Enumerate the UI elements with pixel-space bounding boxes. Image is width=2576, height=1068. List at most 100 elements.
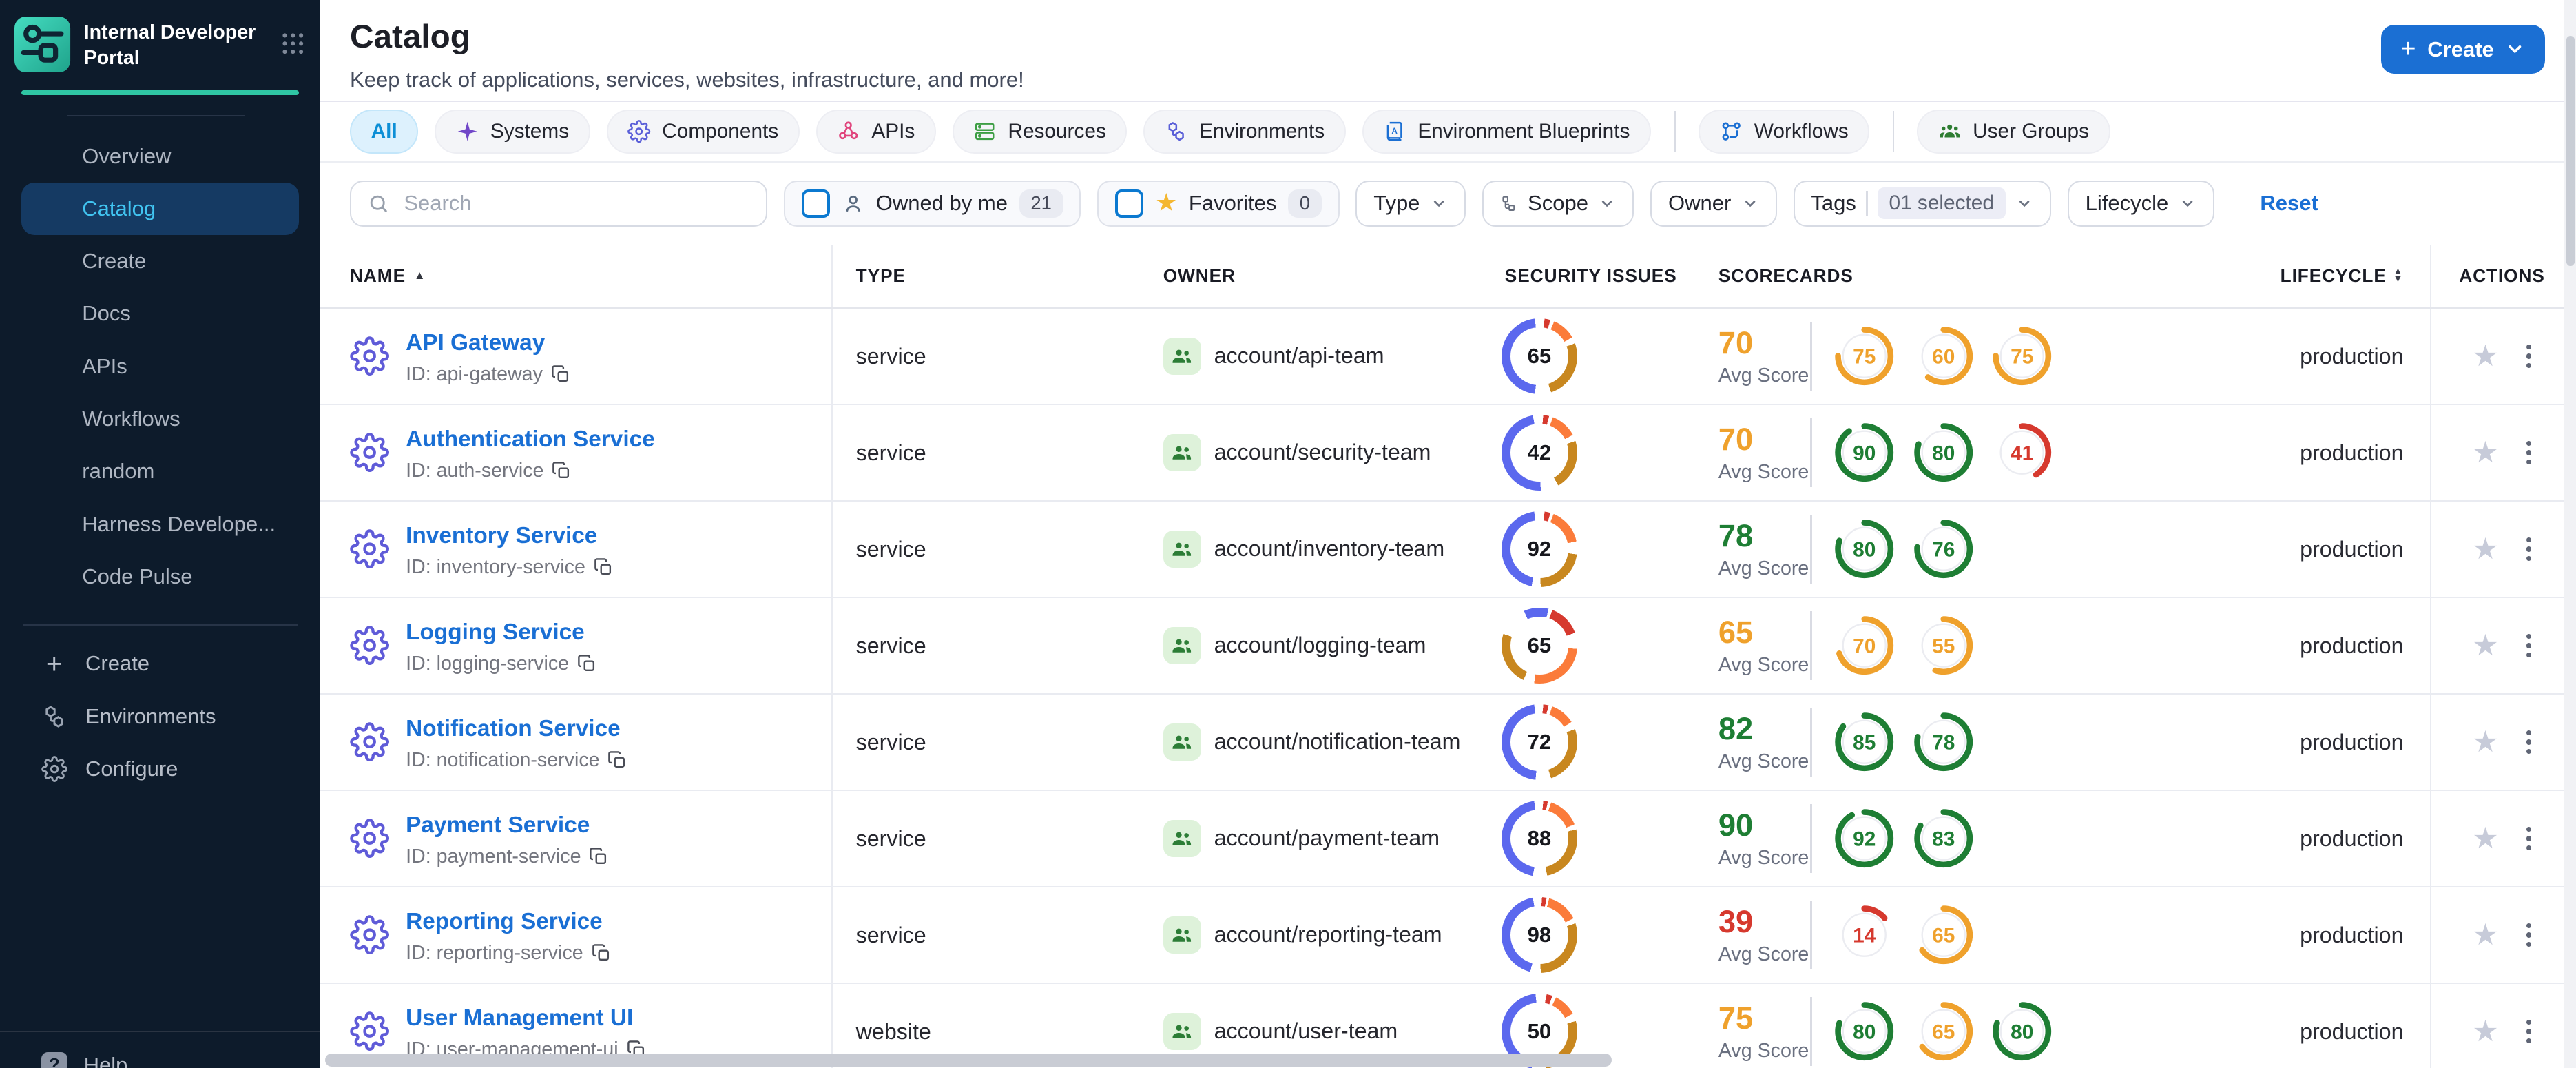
tab-resources[interactable]: Resources — [952, 109, 1128, 154]
entity-id: ID: reporting-service — [406, 942, 583, 965]
tab-components[interactable]: Components — [606, 109, 800, 154]
avg-score-value: 82 — [1718, 711, 1754, 747]
favorite-star-icon[interactable]: ★ — [2472, 630, 2498, 661]
component-gear-icon — [350, 1011, 390, 1051]
scope-dropdown[interactable]: Scope — [1482, 180, 1634, 227]
type-dropdown[interactable]: Type — [1355, 180, 1466, 227]
column-header-lifecycle[interactable]: LIFECYCLE ▲ ▼ — [2281, 245, 2429, 307]
avg-score-value: 70 — [1718, 422, 1754, 458]
scorecard-ring: 65 — [1914, 1002, 1973, 1061]
svg-text:A: A — [1392, 126, 1398, 136]
entity-name-link[interactable]: API Gateway — [406, 330, 545, 356]
entity-name-link[interactable]: Inventory Service — [406, 523, 597, 548]
copy-icon[interactable] — [551, 364, 571, 384]
entity-name-link[interactable]: Payment Service — [406, 812, 590, 838]
sidebar-footer-item-environments[interactable]: Environments — [21, 690, 299, 743]
copy-icon[interactable] — [592, 943, 612, 963]
tab-systems[interactable]: Systems — [435, 109, 590, 154]
tab-environments[interactable]: Environments — [1143, 109, 1346, 154]
avg-score-label: Avg Score — [1718, 653, 1809, 676]
favorite-star-icon[interactable]: ★ — [2472, 920, 2498, 950]
favorite-star-icon[interactable]: ★ — [2472, 438, 2498, 468]
tab-apis[interactable]: APIs — [816, 109, 936, 154]
sidebar-item-random[interactable]: random — [21, 445, 299, 497]
search-input[interactable] — [400, 189, 750, 218]
copy-icon[interactable] — [552, 461, 572, 481]
owned-by-me-checkbox[interactable] — [801, 189, 830, 218]
entity-id: ID: auth-service — [406, 460, 544, 482]
search-box[interactable] — [350, 180, 767, 227]
grid-menu-icon[interactable] — [279, 30, 307, 58]
favorite-star-icon[interactable]: ★ — [2472, 823, 2498, 854]
sidebar-footer-item-configure[interactable]: Configure — [21, 743, 299, 795]
sort-icon: ▲ ▼ — [2393, 265, 2404, 285]
type-cell: service — [855, 729, 926, 754]
svg-text:65: 65 — [1932, 1021, 1955, 1044]
entity-id: ID: logging-service — [406, 653, 570, 675]
row-menu-icon[interactable] — [2522, 340, 2536, 373]
sidebar-item-docs[interactable]: Docs — [21, 287, 299, 340]
horizontal-scrollbar-thumb[interactable] — [325, 1053, 1612, 1067]
tags-selected-value: 01 selected — [1877, 187, 2006, 220]
row-menu-icon[interactable] — [2522, 822, 2536, 855]
avg-score-label: Avg Score — [1718, 750, 1809, 772]
sidebar-item-catalog[interactable]: Catalog — [21, 182, 300, 235]
sidebar-item-workflows[interactable]: Workflows — [21, 393, 299, 445]
owner-group-icon — [1163, 916, 1201, 954]
row-menu-icon[interactable] — [2522, 726, 2536, 759]
security-issues-value: 98 — [1527, 923, 1552, 947]
favorites-filter[interactable]: ★ Favorites 0 — [1097, 180, 1340, 227]
row-menu-icon[interactable] — [2522, 629, 2536, 662]
row-menu-icon[interactable] — [2522, 436, 2536, 469]
tab-environment-blueprints[interactable]: A Environment Blueprints — [1362, 109, 1651, 154]
row-menu-icon[interactable] — [2522, 533, 2536, 566]
copy-icon[interactable] — [577, 654, 597, 674]
create-button[interactable]: + Create — [2380, 24, 2545, 74]
help-icon: ? — [41, 1051, 67, 1068]
owner-name: account/reporting-team — [1214, 922, 1442, 947]
favorite-star-icon[interactable]: ★ — [2472, 341, 2498, 371]
environments-icon — [41, 704, 67, 730]
copy-icon[interactable] — [589, 847, 609, 867]
sidebar-item-overview[interactable]: Overview — [21, 130, 299, 182]
row-menu-icon[interactable] — [2522, 1015, 2536, 1048]
column-header-name[interactable]: NAME ▲ — [320, 244, 833, 307]
sidebar-item-code-pulse[interactable]: Code Pulse — [21, 551, 299, 603]
reset-filters-link[interactable]: Reset — [2260, 191, 2318, 216]
entity-name-link[interactable]: User Management UI — [406, 1005, 633, 1031]
copy-icon[interactable] — [607, 750, 627, 770]
security-issues-value: 72 — [1527, 730, 1552, 754]
help-label: Help — [83, 1052, 128, 1068]
vertical-scrollbar-thumb[interactable] — [2566, 36, 2575, 267]
tags-dropdown[interactable]: Tags 01 selected — [1793, 180, 2051, 227]
table-header: NAME ▲ TYPE OWNER SECURITY ISSUES SCORECA… — [320, 244, 2576, 309]
lifecycle-dropdown[interactable]: Lifecycle — [2067, 180, 2214, 227]
entity-name-link[interactable]: Authentication Service — [406, 427, 655, 452]
owner-dropdown[interactable]: Owner — [1650, 180, 1777, 227]
entity-name-link[interactable]: Reporting Service — [406, 909, 603, 934]
copy-icon[interactable] — [594, 557, 614, 577]
entity-name-link[interactable]: Logging Service — [406, 619, 585, 645]
tab-workflows[interactable]: Workflows — [1699, 109, 1870, 154]
sidebar-item-help[interactable]: ? Help — [41, 1051, 128, 1068]
sidebar-footer-item-create[interactable]: + Create — [21, 637, 299, 690]
favorite-star-icon[interactable]: ★ — [2472, 1016, 2498, 1047]
favorite-star-icon[interactable]: ★ — [2472, 534, 2498, 564]
sidebar-item-create[interactable]: Create — [21, 235, 299, 287]
favorites-checkbox[interactable] — [1115, 189, 1144, 218]
owner-name: account/payment-team — [1214, 825, 1440, 851]
svg-text:14: 14 — [1853, 925, 1877, 947]
row-menu-icon[interactable] — [2522, 918, 2536, 952]
table-row: Payment Service ID: payment-service serv… — [320, 791, 2576, 887]
sidebar-item-apis[interactable]: APIs — [21, 340, 299, 393]
sidebar-item-harness-develope-[interactable]: Harness Develope... — [21, 498, 299, 551]
entity-name-link[interactable]: Notification Service — [406, 716, 621, 741]
type-cell: service — [855, 343, 926, 369]
owned-by-me-filter[interactable]: Owned by me 21 — [783, 180, 1081, 227]
type-cell: website — [855, 1018, 931, 1044]
tab-user-groups[interactable]: User Groups — [1917, 109, 2110, 154]
tab-all[interactable]: All — [350, 109, 419, 154]
scorecard-ring: 76 — [1914, 520, 1973, 579]
component-gear-icon — [350, 915, 390, 955]
favorite-star-icon[interactable]: ★ — [2472, 727, 2498, 757]
